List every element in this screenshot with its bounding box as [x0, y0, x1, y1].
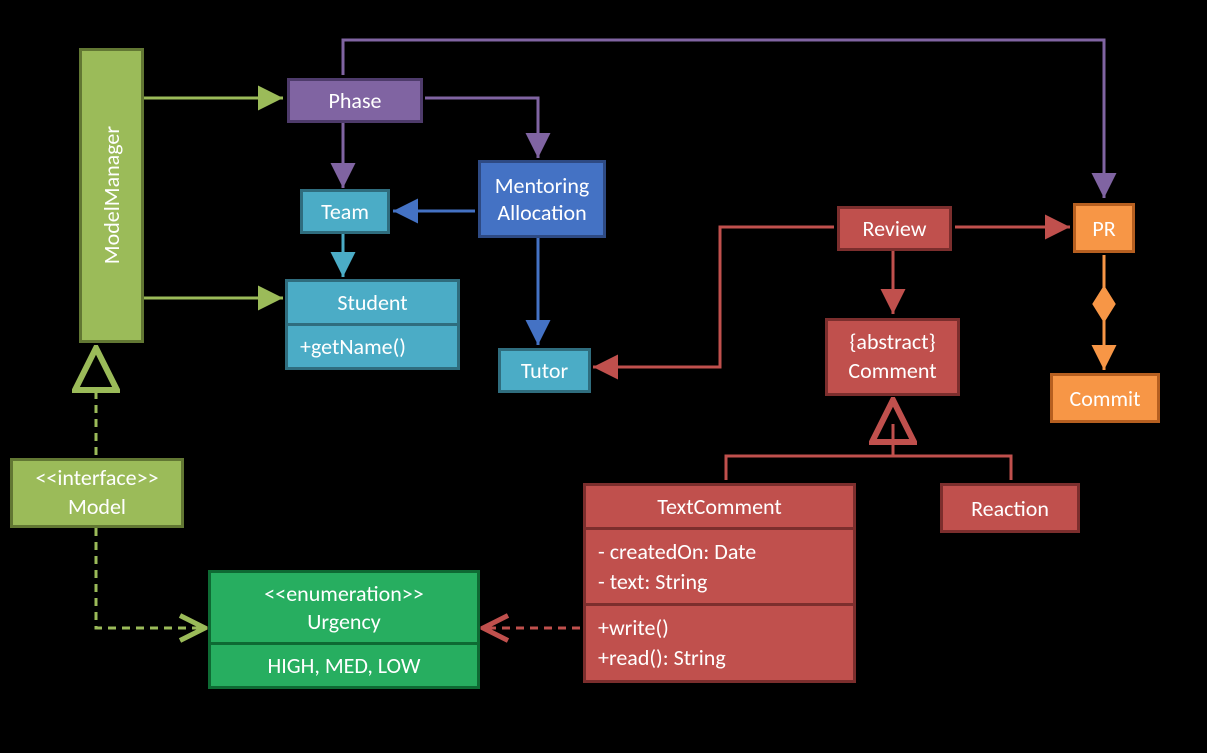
- label-student-name: Student: [288, 282, 457, 323]
- label-textcomment-methods: +write() +read(): String: [586, 606, 853, 679]
- label-reaction: Reaction: [971, 495, 1049, 522]
- node-urgency: <<enumeration>> Urgency HIGH, MED, LOW: [208, 570, 480, 689]
- node-model: <<interface>> Model: [10, 458, 184, 528]
- node-pr: PR: [1073, 203, 1135, 253]
- label-team: Team: [321, 198, 369, 225]
- label-urgency-name: Urgency: [223, 608, 465, 636]
- label-pr: PR: [1092, 215, 1115, 242]
- label-phase: Phase: [328, 87, 381, 114]
- node-phase: Phase: [287, 78, 423, 123]
- node-mentoring: Mentoring Allocation: [478, 160, 606, 238]
- label-textcomment-attrs: - createdOn: Date - text: String: [586, 530, 853, 603]
- label-comment: {abstract} Comment: [848, 328, 936, 385]
- label-mentoring: Mentoring Allocation: [495, 172, 590, 227]
- node-team: Team: [300, 189, 390, 234]
- node-tutor: Tutor: [498, 348, 591, 393]
- label-urgency-values: HIGH, MED, LOW: [211, 645, 477, 686]
- label-modelmanager: ModelManager: [98, 126, 125, 264]
- label-review: Review: [863, 215, 927, 242]
- label-textcomment-name: TextComment: [586, 486, 853, 527]
- node-commit: Commit: [1050, 373, 1160, 423]
- node-modelmanager: ModelManager: [79, 48, 144, 343]
- label-tutor: Tutor: [521, 357, 568, 384]
- node-comment: {abstract} Comment: [825, 318, 960, 396]
- label-model: <<interface>> Model: [35, 464, 158, 521]
- node-student: Student +getName(): [285, 279, 460, 370]
- label-commit: Commit: [1070, 385, 1141, 412]
- label-student-method: +getName(): [288, 326, 457, 367]
- node-textcomment: TextComment - createdOn: Date - text: St…: [583, 483, 856, 683]
- node-reaction: Reaction: [940, 483, 1080, 533]
- label-urgency-stereo: <<enumeration>>: [223, 580, 465, 608]
- node-review: Review: [837, 206, 952, 251]
